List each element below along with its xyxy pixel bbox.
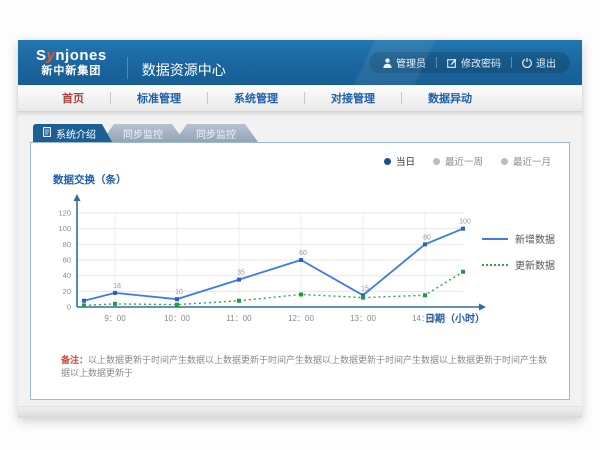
dotted-line-icon [482,264,508,266]
y-axis-arrow [74,194,81,201]
point-label: 60 [299,250,307,257]
user-button[interactable]: 管理员 [383,55,426,70]
data-point [423,242,427,246]
nav-item-integration-management[interactable]: 对接管理 [305,90,401,106]
content-area: 系统介绍 同步监控 同步监控 当日 最近一周 [18,112,582,418]
y-tick-label: 80 [63,240,71,249]
data-point [299,258,303,262]
point-label: 10 [175,289,183,296]
window-footer [18,406,582,418]
filter-label: 当日 [396,154,415,168]
radio-dot [501,158,508,165]
main-nav: 首页 标准管理 系统管理 对接管理 数据异动 [18,85,582,112]
filter-label: 最近一周 [445,154,483,168]
tab-system-intro[interactable]: 系统介绍 [33,124,112,142]
tab-label: 系统介绍 [56,126,96,141]
divider [511,57,512,68]
logo-text: Synjones [36,48,107,64]
data-point [461,227,465,231]
divider [436,57,437,68]
data-point [423,293,427,297]
data-point [82,303,86,307]
data-point [175,297,179,301]
logo-prefix: S [36,47,47,64]
app-window: Synjones 新中新集团 数据资源中心 管理员 修改密码 [18,40,582,418]
logout-label: 退出 [536,55,556,70]
line-chart: 0 20 40 60 80 100 120 9：00 10：00 11：00 12：00 13：00 1… [37,185,499,337]
tab-sync-monitor-2[interactable]: 同步监控 [174,124,258,142]
nav-item-system-management[interactable]: 系统管理 [208,90,304,106]
filter-last-month[interactable]: 最近一月 [501,154,551,168]
user-label: 管理员 [396,55,426,70]
nav-item-data-change[interactable]: 数据异动 [402,90,498,106]
logo-subtitle: 新中新集团 [41,66,101,78]
data-point [82,299,86,303]
x-tick-label: 11：00 [226,314,252,323]
y-tick-label: 40 [63,271,71,280]
radio-dot [384,158,391,165]
x-tick-label: 10：00 [164,314,190,323]
filter-last-week[interactable]: 最近一周 [433,154,483,168]
point-label: 18 [113,283,121,290]
x-tick-label: 13：00 [350,314,376,323]
y-tick-label: 0 [67,303,71,312]
data-point [113,302,117,306]
data-point [299,292,303,296]
legend-item-updated-data: 更新数据 [482,257,555,272]
series-line-0 [84,229,463,301]
legend-label: 新增数据 [515,231,555,246]
data-point [461,270,465,274]
filter-label: 最近一月 [513,154,551,168]
company-logo: Synjones 新中新集团 [36,48,107,77]
filter-today[interactable]: 当日 [384,154,415,168]
edit-icon [447,58,457,68]
document-icon [43,127,51,140]
x-tick-label: 9：00 [104,314,126,323]
user-menu: 管理员 修改密码 退出 [369,52,570,73]
data-point [361,296,365,300]
change-password-button[interactable]: 修改密码 [447,55,501,70]
logo-suffix: njones [55,47,106,64]
time-range-filters: 当日 最近一周 最近一月 [384,154,551,168]
footnote-text: 以上数据更新于时间产生数据以上数据更新于时间产生数据以上数据更新于时间产生数据以… [61,355,547,378]
data-point [175,303,179,307]
logout-button[interactable]: 退出 [522,55,556,70]
point-label: 80 [423,234,431,241]
page-title: 数据资源中心 [127,57,226,79]
y-tick-label: 20 [63,287,71,296]
legend-item-new-data: 新增数据 [482,231,555,246]
tab-bar: 系统介绍 同步监控 同步监控 [33,124,258,142]
chart-panel: 当日 最近一周 最近一月 数据交换（条） 0204060801001209：00… [30,142,570,400]
change-password-label: 修改密码 [461,55,501,70]
radio-dot [433,158,440,165]
x-tick-label: 12：00 [288,314,314,323]
footnote-label: 备注： [61,355,88,365]
power-icon [522,58,532,68]
nav-item-home[interactable]: 首页 [36,90,110,106]
y-tick-label: 60 [63,256,71,265]
tab-label: 同步监控 [123,126,163,141]
person-icon [383,58,392,68]
point-label: 15 [361,285,369,292]
y-tick-label: 120 [58,209,71,218]
chart-svg: 0 20 40 60 80 100 120 9：00 10：00 11：00 12：00 13：00 1… [37,185,499,337]
tab-sync-monitor-1[interactable]: 同步监控 [101,124,185,142]
data-point [113,291,117,295]
app-header: Synjones 新中新集团 数据资源中心 管理员 修改密码 [18,40,582,85]
chart-x-axis-title: 日期（小时） [425,312,485,325]
point-label: 35 [237,270,245,277]
chart-legend: 新增数据 更新数据 [482,231,555,272]
data-point [237,299,241,303]
nav-item-standard-management[interactable]: 标准管理 [111,90,207,106]
footnote: 备注：以上数据更新于时间产生数据以上数据更新于时间产生数据以上数据更新于时间产生… [61,354,549,379]
x-axis-arrow [479,304,486,311]
y-tick-label: 100 [58,224,71,233]
data-point [237,278,241,282]
legend-label: 更新数据 [515,257,555,272]
solid-line-icon [482,238,508,240]
series-line-1 [84,272,463,306]
point-label: 100 [459,219,471,226]
tab-label: 同步监控 [196,126,236,141]
